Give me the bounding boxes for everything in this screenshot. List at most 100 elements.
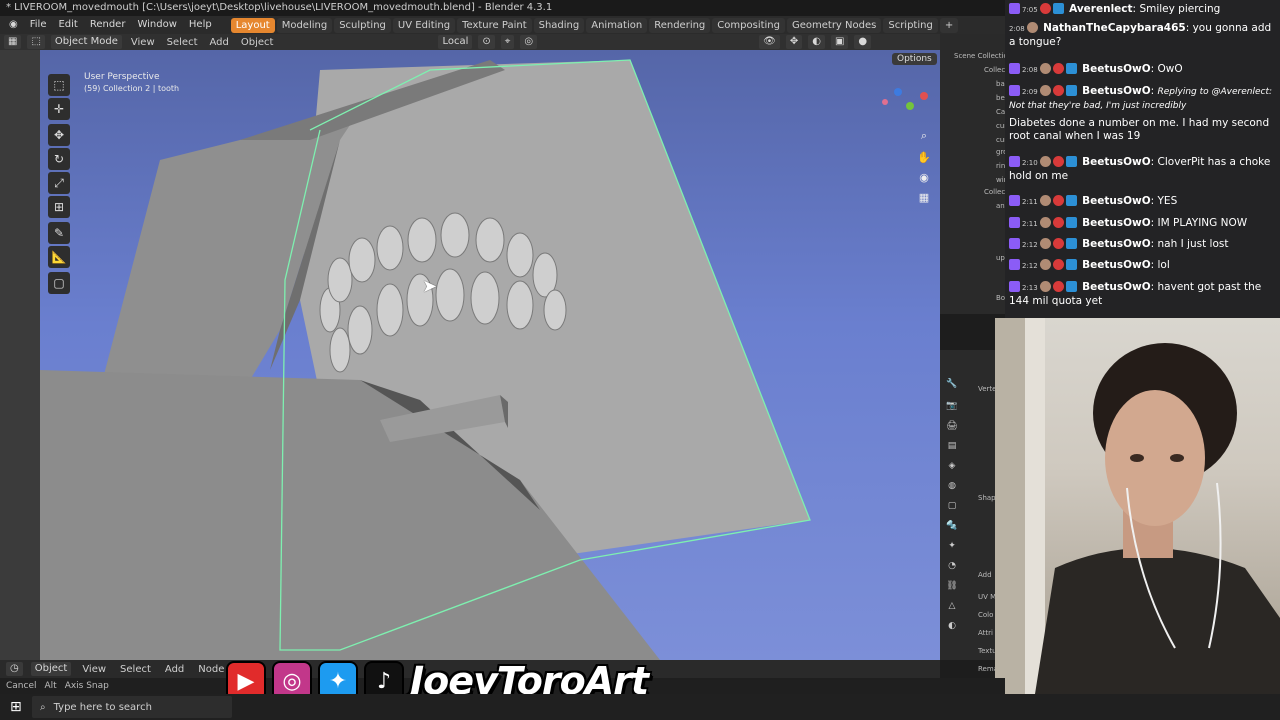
zoom-icon[interactable]: ⌕ [916, 128, 932, 144]
outliner-row[interactable]: ground flesh [996, 148, 1005, 156]
chat-message: Diabetes done a number on me. I had my s… [1009, 117, 1270, 142]
3d-viewport[interactable] [40, 50, 940, 660]
prop-section[interactable]: Verte [978, 385, 996, 393]
prop-section[interactable]: Shap [978, 494, 996, 502]
rotate-tool-icon[interactable]: ↻ [48, 148, 70, 170]
menu-render[interactable]: Render [85, 17, 131, 33]
prop-section[interactable]: Add [978, 571, 992, 579]
avatar [1026, 22, 1038, 33]
tab-geometry-nodes[interactable]: Geometry Nodes [786, 17, 882, 33]
tab-rendering[interactable]: Rendering [649, 17, 711, 33]
outliner-row[interactable]: anti [996, 202, 1005, 210]
outliner-row[interactable]: curtains [996, 122, 1005, 130]
data-props-icon[interactable]: △ [946, 600, 958, 612]
tab-compositing[interactable]: Compositing [712, 17, 785, 33]
view-layer-icon[interactable]: ▤ [946, 440, 958, 452]
snap-icon[interactable]: ⌖ [500, 35, 515, 49]
annotate-tool-icon[interactable]: ✎ [48, 222, 70, 244]
cursor-tool-icon[interactable]: ✛ [48, 98, 70, 120]
editor-type-icon[interactable]: ◷ [6, 662, 23, 676]
editor-type-icon[interactable]: ▦ [4, 35, 22, 49]
pan-hand-icon[interactable]: ✋ [916, 150, 932, 166]
tab-uv-editing[interactable]: UV Editing [392, 17, 456, 33]
viewport-menu-add[interactable]: Add [207, 37, 232, 48]
outliner-row[interactable]: Came [996, 108, 1005, 116]
prop-section[interactable]: UV M [978, 593, 996, 601]
outliner-row[interactable]: ring [996, 162, 1005, 170]
tab-texture-paint[interactable]: Texture Paint [457, 17, 532, 33]
tab-scripting[interactable]: Scripting [883, 17, 938, 33]
timeline-menu-select[interactable]: Select [117, 664, 154, 675]
transform-tool-icon[interactable]: ⊞ [48, 196, 70, 218]
tab-shading[interactable]: Shading [533, 17, 585, 33]
scale-tool-icon[interactable]: ⤢ [48, 172, 70, 194]
outliner-row[interactable]: upperjaw [996, 254, 1005, 262]
tab-animation[interactable]: Animation [586, 17, 648, 33]
object-mode-dropdown[interactable]: Object Mode [50, 35, 122, 49]
object-props-icon[interactable]: ▢ [946, 500, 958, 512]
move-tool-icon[interactable]: ✥ [48, 124, 70, 146]
select-box-tool-icon[interactable]: ⬚ [48, 74, 70, 96]
timeline-menu-node[interactable]: Node [195, 664, 227, 675]
viewport-menu-view[interactable]: View [128, 37, 158, 48]
tab-modeling[interactable]: Modeling [276, 17, 333, 33]
twitch-icon [1009, 63, 1020, 74]
constraints-icon[interactable]: ⛓ [946, 580, 958, 592]
options-button[interactable]: Options [892, 53, 937, 65]
blender-logo-icon[interactable]: ◉ [4, 17, 23, 33]
visibility-icon[interactable]: 👁 [759, 35, 780, 49]
twitch-icon [1009, 195, 1020, 206]
windows-start-icon[interactable]: ⊞ [10, 699, 22, 715]
scene-props-icon[interactable]: ◈ [946, 460, 958, 472]
outliner-row[interactable]: Collecti [984, 66, 1005, 74]
modifier-icon[interactable]: 🔩 [946, 520, 958, 532]
add-cube-tool-icon[interactable]: ▢ [48, 272, 70, 294]
tab-sculpting[interactable]: Sculpting [334, 17, 391, 33]
viewport-menu-select[interactable]: Select [164, 37, 201, 48]
sub-badge-icon [1065, 281, 1077, 292]
select-mode-icon[interactable]: ⬚ [27, 35, 45, 49]
timeline-editor-dropdown[interactable]: Object [30, 662, 72, 676]
pivot-icon[interactable]: ⊙ [478, 35, 495, 49]
outliner-row[interactable]: win [996, 176, 1005, 184]
mod-badge-icon [1052, 195, 1064, 206]
render-props-icon[interactable]: 📷 [946, 400, 958, 412]
shading-solid-icon[interactable]: ● [854, 35, 872, 49]
outliner-row[interactable]: curtains [996, 136, 1005, 144]
camera-view-icon[interactable]: ◉ [916, 170, 932, 186]
menu-edit[interactable]: Edit [53, 17, 82, 33]
tool-settings-icon[interactable]: 🔧 [946, 378, 958, 390]
chat-message: 2:12 BeetusOwO: nah I just lost [1009, 238, 1277, 252]
prop-section[interactable]: Textu [978, 647, 997, 655]
proportional-edit-icon[interactable]: ◎ [520, 35, 538, 49]
taskbar-search[interactable]: ⌕ Type here to search [32, 696, 232, 718]
physics-icon[interactable]: ◔ [946, 560, 958, 572]
menu-window[interactable]: Window [132, 17, 181, 33]
timeline-menu-view[interactable]: View [79, 664, 109, 675]
xray-icon[interactable]: ▣ [830, 35, 849, 49]
material-icon[interactable]: ◐ [946, 620, 958, 632]
chat-message: 2:12 BeetusOwO: lol [1009, 259, 1277, 273]
prop-section[interactable]: Attri [978, 629, 993, 637]
transform-orientation-dropdown[interactable]: Local [438, 35, 473, 49]
menu-help[interactable]: Help [184, 17, 217, 33]
timeline-menu-add[interactable]: Add [162, 664, 187, 675]
outliner-row[interactable]: Bone Collections [996, 294, 1005, 302]
ortho-grid-icon[interactable]: ▦ [916, 190, 932, 206]
world-props-icon[interactable]: ◍ [946, 480, 958, 492]
sub-badge-icon [1065, 217, 1077, 228]
menu-file[interactable]: File [25, 17, 52, 33]
outliner-row[interactable]: bed [996, 94, 1005, 102]
viewport-collection-label: (59) Collection 2 | tooth [84, 84, 180, 93]
tab-layout[interactable]: Layout [230, 17, 275, 33]
outliner-row[interactable]: Collection 2 [984, 188, 1005, 196]
gizmo-icon[interactable]: ✥ [785, 35, 803, 49]
outliner-row[interactable]: backgrou [996, 80, 1005, 88]
output-props-icon[interactable]: 🖨 [946, 420, 958, 432]
add-workspace-icon[interactable]: + [939, 17, 959, 33]
particles-icon[interactable]: ✦ [946, 540, 958, 552]
prop-section[interactable]: Colo [978, 611, 993, 619]
viewport-menu-object[interactable]: Object [238, 37, 277, 48]
measure-tool-icon[interactable]: 📐 [48, 246, 70, 268]
overlay-icon[interactable]: ◐ [808, 35, 825, 49]
